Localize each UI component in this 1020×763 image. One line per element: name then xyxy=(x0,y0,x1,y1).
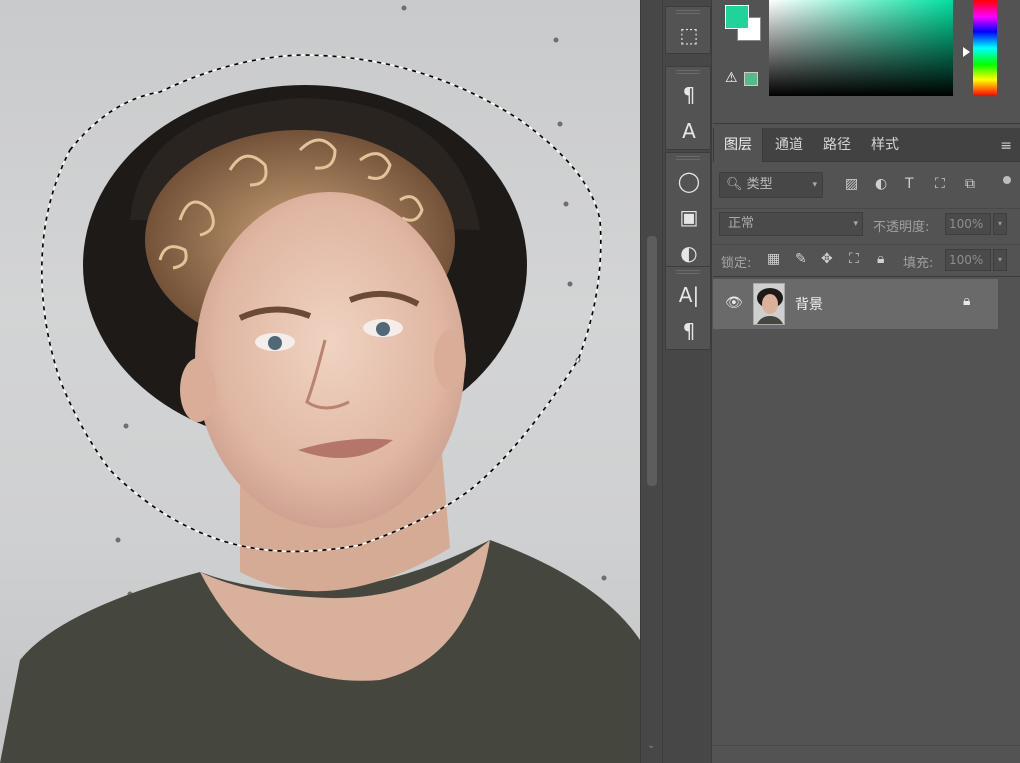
grip-handle[interactable] xyxy=(676,70,700,74)
filter-type-label: 类型 xyxy=(746,177,773,192)
blend-mode-select[interactable]: 正常 ▾ xyxy=(719,212,863,236)
lock-label: 锁定: xyxy=(721,256,752,271)
opacity-input[interactable]: 100% xyxy=(945,213,991,235)
3d-object-icon[interactable]: ⬚ xyxy=(666,17,712,53)
foreground-color-swatch[interactable] xyxy=(725,5,749,29)
layer-filter-row: 🔍︎ 类型 ▾ ▨ ◐ T ⛶ ⧉ xyxy=(713,170,1020,200)
panel-dock-column: ⬚ ¶ A ◯ ▣ ◐ A| ¶ xyxy=(662,0,712,763)
character-styles-icon[interactable]: A xyxy=(666,113,712,149)
lock-image-pixels-icon[interactable]: ✎ xyxy=(795,251,807,267)
opacity-label: 不透明度: xyxy=(873,220,930,235)
layer-thumbnail xyxy=(753,283,785,325)
smart-object-filter-icon[interactable]: ⧉ xyxy=(965,176,975,192)
hue-slider[interactable] xyxy=(973,0,997,96)
fill-input[interactable]: 100% xyxy=(945,249,991,271)
layer-row-background[interactable]: 👁︎ 背景 🔒︎ xyxy=(713,279,998,329)
adjustment-filter-icon[interactable]: ◐ xyxy=(875,176,887,192)
grip-handle[interactable] xyxy=(676,270,700,274)
chevron-down-icon: ▾ xyxy=(853,219,858,229)
gamut-color-swatch[interactable] xyxy=(744,72,758,86)
eye-icon[interactable]: 👁︎ xyxy=(725,295,743,311)
filter-type-select[interactable]: 🔍︎ 类型 ▾ xyxy=(719,172,823,198)
panel-tab-bar: 图层 通道 路径 样式 ≡ xyxy=(713,128,1020,162)
tool-group-type: A| ¶ xyxy=(665,266,711,350)
scrollbar-thumb[interactable] xyxy=(647,236,657,486)
tab-paths[interactable]: 路径 xyxy=(813,128,861,162)
search-icon: 🔍︎ xyxy=(726,177,743,192)
lock-all-icon[interactable]: 🔒︎ xyxy=(877,251,884,267)
hue-slider-marker[interactable] xyxy=(963,47,970,57)
layer-name: 背景 xyxy=(795,297,823,313)
type-filter-icon[interactable]: T xyxy=(905,176,914,192)
blend-mode-value: 正常 xyxy=(728,216,755,231)
blend-opacity-row: 正常 ▾ 不透明度: 100% ▾ xyxy=(713,208,1020,238)
character-icon[interactable]: A| xyxy=(666,277,712,313)
lightbulb-icon[interactable]: ◯ xyxy=(666,163,712,199)
color-panel: ⚠ xyxy=(713,0,1020,124)
grip-handle[interactable] xyxy=(676,156,700,160)
fill-label: 填充: xyxy=(903,256,934,271)
lock-transparent-pixels-icon[interactable]: ▦ xyxy=(767,251,780,267)
layers-panel-footer xyxy=(713,745,1020,763)
lock-artboard-icon[interactable]: ⛶ xyxy=(849,251,859,267)
gamut-warning-icon[interactable]: ⚠ xyxy=(725,70,738,86)
image-filter-icon[interactable]: ▨ xyxy=(845,176,858,192)
lock-position-icon[interactable]: ✥ xyxy=(821,251,833,267)
chevron-down-icon[interactable]: ⌄ xyxy=(647,740,655,751)
tab-styles[interactable]: 样式 xyxy=(861,128,909,162)
grip-handle[interactable] xyxy=(676,10,700,14)
tool-group-styles: ¶ A xyxy=(665,66,711,150)
lock-icon[interactable]: 🔒︎ xyxy=(963,293,970,309)
properties-icon[interactable]: ▣ xyxy=(666,199,712,235)
layers-panel: 图层 通道 路径 样式 ≡ 🔍︎ 类型 ▾ ▨ ◐ T ⛶ ⧉ 正常 ▾ 不透明… xyxy=(713,124,1020,763)
vertical-scrollbar[interactable]: ⌄ xyxy=(640,0,662,763)
document-canvas[interactable] xyxy=(0,0,640,763)
opacity-dropdown-button[interactable]: ▾ xyxy=(993,213,1007,235)
shape-filter-icon[interactable]: ⛶ xyxy=(935,176,945,192)
layer-list: 👁︎ 背景 🔒︎ xyxy=(713,276,1020,746)
fill-dropdown-button[interactable]: ▾ xyxy=(993,249,1007,271)
layer-thumbnail-image xyxy=(754,284,784,324)
panel-menu-icon[interactable]: ≡ xyxy=(1000,138,1012,154)
saturation-brightness-field[interactable] xyxy=(769,0,953,96)
tool-group-3d: ⬚ xyxy=(665,6,711,54)
tab-channels[interactable]: 通道 xyxy=(765,128,813,162)
tab-layers[interactable]: 图层 xyxy=(713,128,763,162)
paragraph-icon[interactable]: ¶ xyxy=(666,313,712,349)
lock-fill-row: 锁定: ▦ ✎ ✥ ⛶ 🔒︎ 填充: 100% ▾ xyxy=(713,244,1020,274)
portrait-photo xyxy=(0,5,640,763)
paragraph-styles-icon[interactable]: ¶ xyxy=(666,77,712,113)
filter-toggle[interactable] xyxy=(1003,176,1011,184)
tool-group-properties: ◯ ▣ ◐ xyxy=(665,152,711,272)
chevron-down-icon: ▾ xyxy=(812,180,817,190)
